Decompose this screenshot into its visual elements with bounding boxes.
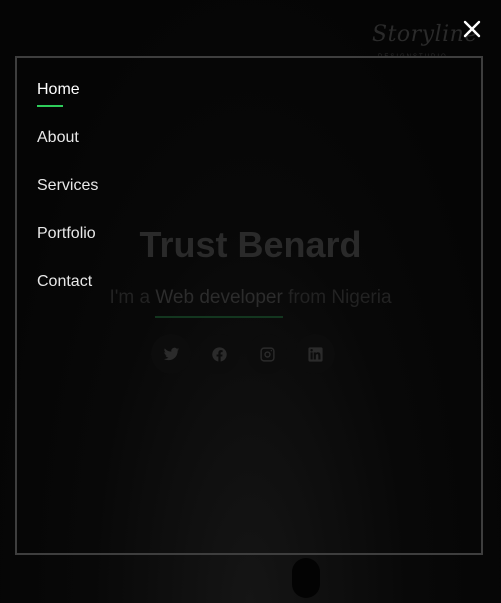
- close-menu-button[interactable]: [461, 18, 483, 40]
- close-icon: [463, 20, 481, 38]
- nav-item-contact[interactable]: Contact: [37, 272, 98, 320]
- nav-item-label: Services: [37, 177, 99, 194]
- nav-item-label: Portfolio: [37, 225, 96, 242]
- active-indicator: [37, 105, 63, 107]
- nav-item-label: Home: [37, 81, 80, 98]
- nav-item-portfolio[interactable]: Portfolio: [37, 224, 98, 272]
- nav-item-label: Contact: [37, 273, 93, 290]
- nav-menu-overlay: Home About Services Portfolio Contact: [15, 56, 483, 555]
- nav-menu-list: Home About Services Portfolio Contact: [37, 80, 98, 320]
- scroll-indicator: [292, 558, 320, 598]
- nav-item-home[interactable]: Home: [37, 80, 98, 128]
- nav-item-services[interactable]: Services: [37, 176, 98, 224]
- nav-item-about[interactable]: About: [37, 128, 98, 176]
- nav-item-label: About: [37, 129, 79, 146]
